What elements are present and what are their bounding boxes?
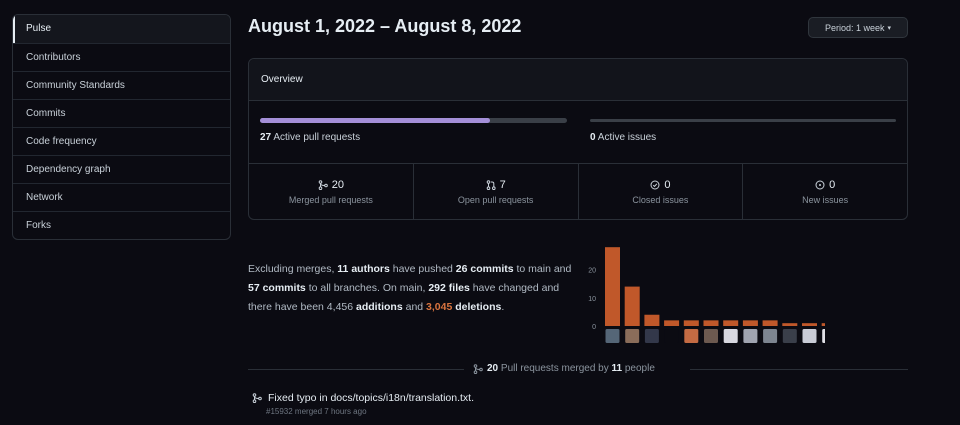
pr-meta: #15932 merged 7 hours ago xyxy=(266,407,367,416)
period-dropdown-button[interactable]: Period: 1 week ▾ xyxy=(808,17,908,38)
merged-pr-label: Merged pull requests xyxy=(288,194,373,205)
divider-right xyxy=(690,369,908,370)
contributor-avatar[interactable] xyxy=(743,329,758,343)
active-pull-requests-count: 27 xyxy=(260,132,272,143)
contributor-avatar[interactable] xyxy=(782,329,797,343)
caret-down-icon: ▾ xyxy=(887,24,892,32)
sidebar-item-forks[interactable]: Forks xyxy=(13,211,230,239)
active-issues-label[interactable]: 0 Active issues xyxy=(590,132,656,143)
open-pr-count: 7 xyxy=(499,178,506,191)
sidebar-item-contributors[interactable]: Contributors xyxy=(13,43,230,71)
contributor-avatar[interactable] xyxy=(763,329,778,343)
sidebar-item-commits[interactable]: Commits xyxy=(13,99,230,127)
contributor-bar[interactable] xyxy=(762,320,778,326)
merged-prs-heading: 20 Pull requests merged by 11 people xyxy=(473,363,655,374)
contributor-bar[interactable] xyxy=(782,323,798,326)
contributor-bar[interactable] xyxy=(723,320,739,326)
closed-issues-count: 0 xyxy=(664,178,671,191)
contributor-bar[interactable] xyxy=(624,286,640,326)
active-issues-count: 0 xyxy=(590,132,596,143)
contributor-bar[interactable] xyxy=(644,314,660,326)
contributors-bar-chart: 20 10 0 xyxy=(588,247,825,343)
commit-summary: Excluding merges, 11 authors have pushed… xyxy=(248,263,572,313)
sidebar-item-code-frequency[interactable]: Code frequency xyxy=(13,127,230,155)
pull-requests-progress-bar xyxy=(260,118,567,123)
contributor-bar[interactable] xyxy=(605,247,620,326)
contributor-bar[interactable] xyxy=(664,320,680,326)
new-issues-count: 0 xyxy=(829,178,836,191)
closed-issues-label: Closed issues xyxy=(632,194,689,205)
people-count: 11 xyxy=(611,363,623,374)
merged-count: 20 xyxy=(487,363,499,374)
contributor-avatar[interactable] xyxy=(822,329,825,343)
contributor-bar[interactable] xyxy=(802,323,817,326)
contributor-avatar[interactable] xyxy=(625,329,640,343)
sidebar-item-network[interactable]: Network xyxy=(13,183,230,211)
additions-label: additions xyxy=(356,301,403,313)
page-title: August 1, 2022 – August 8, 2022 xyxy=(248,16,522,36)
merge-icon xyxy=(252,393,262,403)
commits-main-link[interactable]: 26 commits xyxy=(456,263,514,275)
new-issues-label: New issues xyxy=(802,194,849,205)
pull-requests-progress-fill xyxy=(260,118,491,123)
new-issue-icon xyxy=(815,180,825,189)
contributor-avatar[interactable] xyxy=(704,329,718,343)
divider-left xyxy=(248,369,464,370)
files-changed: 292 files xyxy=(428,282,470,294)
commits-all-link[interactable]: 57 commits xyxy=(248,282,306,294)
contributor-bar[interactable] xyxy=(703,320,719,326)
sidebar-item-dependency-graph[interactable]: Dependency graph xyxy=(13,155,230,183)
stat-closed-issues[interactable]: 0 Closed issues xyxy=(577,164,743,219)
contributor-avatar[interactable] xyxy=(644,329,659,343)
closed-issue-icon xyxy=(650,180,660,189)
deletions-count: 3,045 xyxy=(426,301,453,313)
sidebar-nav: Pulse Contributors Community Standards C… xyxy=(12,14,231,240)
active-issues-text: Active issues xyxy=(597,132,657,143)
overview-panel: Overview 27 Active pull requests 0 Activ… xyxy=(248,58,908,220)
active-pull-requests-label[interactable]: 27 Active pull requests xyxy=(260,132,360,143)
deletions-label: deletions xyxy=(455,301,502,313)
contributor-avatar[interactable] xyxy=(802,329,817,343)
contributor-bar[interactable] xyxy=(742,320,758,326)
merged-pr-count: 20 xyxy=(331,178,344,191)
issues-progress-bar xyxy=(590,119,896,122)
overview-title: Overview xyxy=(249,59,907,101)
stat-new-issues[interactable]: 0 New issues xyxy=(742,164,907,219)
y-tick-label: 10 xyxy=(588,296,596,303)
stat-merged-pull-requests[interactable]: 20 Merged pull requests xyxy=(249,164,413,219)
contributor-bar[interactable] xyxy=(683,320,699,326)
merge-icon xyxy=(473,363,483,374)
y-tick-label: 0 xyxy=(592,324,596,331)
sidebar-item-community-standards[interactable]: Community Standards xyxy=(13,71,230,99)
pr-title-link[interactable]: Fixed typo in docs/topics/i18n/translati… xyxy=(268,392,474,404)
contributor-avatar[interactable] xyxy=(684,329,699,343)
contributor-avatar[interactable] xyxy=(723,329,738,343)
sidebar-item-pulse[interactable]: Pulse xyxy=(13,15,230,43)
open-pr-label: Open pull requests xyxy=(457,194,534,205)
active-pull-requests-text: Active pull requests xyxy=(273,132,361,143)
authors-link[interactable]: 11 authors xyxy=(337,263,390,275)
period-label: Period: 1 week xyxy=(824,22,885,33)
y-tick-label: 20 xyxy=(588,268,596,275)
contributor-avatar[interactable] xyxy=(605,329,620,343)
contributor-bar[interactable] xyxy=(821,323,825,326)
list-item: Fixed typo in docs/topics/i18n/translati… xyxy=(252,392,474,416)
open-pr-icon xyxy=(486,179,496,190)
contributor-avatar[interactable] xyxy=(664,329,679,343)
overview-stats: 20 Merged pull requests 7 Open pull requ… xyxy=(249,163,907,219)
stat-open-pull-requests[interactable]: 7 Open pull requests xyxy=(412,164,578,219)
merge-icon xyxy=(318,179,328,190)
